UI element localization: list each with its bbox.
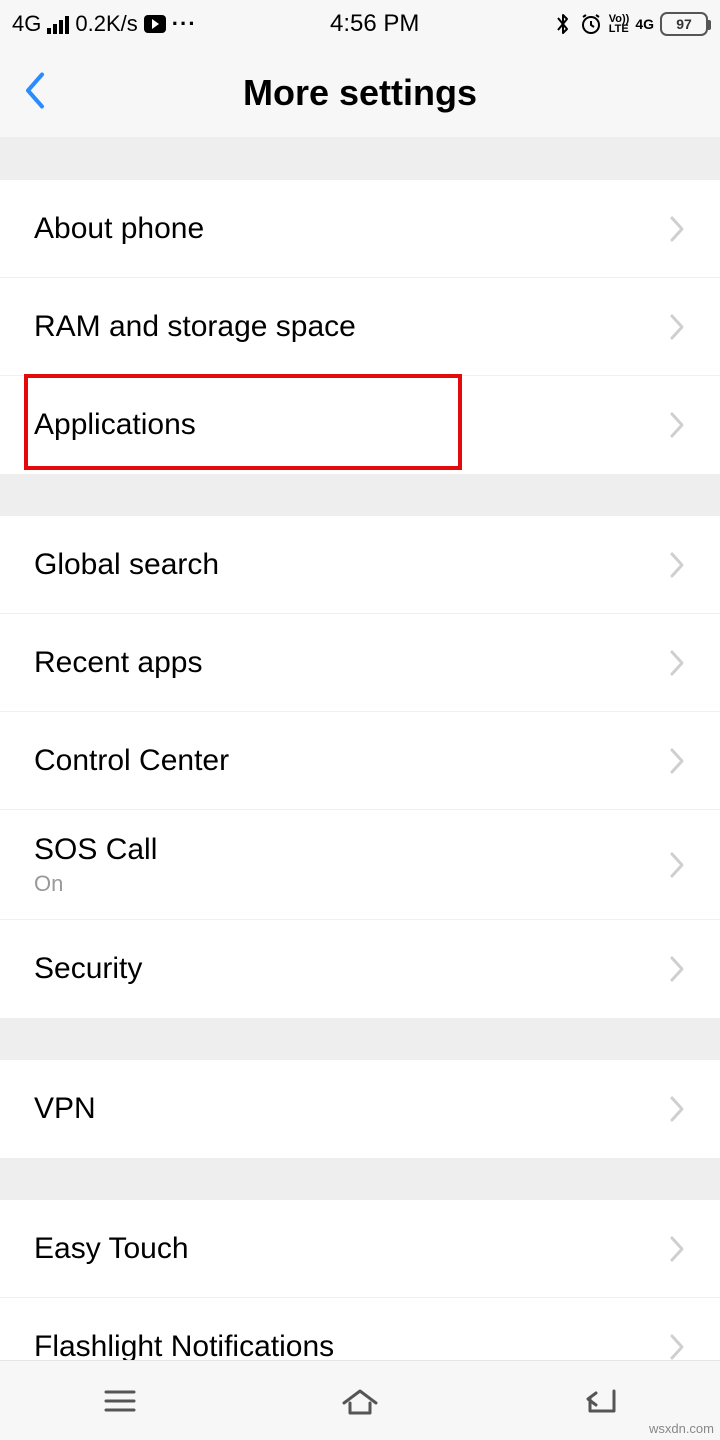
signal-icon [47,14,69,34]
network-type: 4G [12,11,41,37]
volte-icon: Vo))LTE [609,14,630,34]
row-recent-apps[interactable]: Recent apps [0,614,720,712]
back-nav-button[interactable] [570,1381,630,1421]
status-bar: 4G 0.2K/s ··· 4:56 PM Vo))LTE 4G 97 [0,0,720,48]
signal2-label: 4G [635,16,654,32]
navigation-bar [0,1360,720,1440]
row-sublabel: On [34,871,157,897]
header: More settings [0,48,720,138]
chevron-right-icon [668,1094,686,1124]
row-label: Global search [34,548,219,582]
row-control-center[interactable]: Control Center [0,712,720,810]
row-vpn[interactable]: VPN [0,1060,720,1158]
status-left: 4G 0.2K/s ··· [12,11,197,37]
video-icon [144,15,166,33]
row-label: Security [34,952,142,986]
settings-group: Global search Recent apps Control Center SO… [0,516,720,1018]
row-label: SOS Call [34,833,157,867]
data-speed: 0.2K/s [75,11,137,37]
chevron-right-icon [668,850,686,880]
row-label: About phone [34,212,204,246]
settings-group: VPN [0,1060,720,1158]
battery-icon: 97 [660,12,708,36]
chevron-right-icon [668,1234,686,1264]
row-ram-storage[interactable]: RAM and storage space [0,278,720,376]
chevron-right-icon [668,214,686,244]
row-about-phone[interactable]: About phone [0,180,720,278]
row-easy-touch[interactable]: Easy Touch [0,1200,720,1298]
status-right: Vo))LTE 4G 97 [553,12,708,36]
clock: 4:56 PM [330,10,419,38]
chevron-right-icon [668,410,686,440]
chevron-right-icon [668,648,686,678]
alarm-icon [579,12,603,36]
row-global-search[interactable]: Global search [0,516,720,614]
row-label: VPN [34,1092,96,1126]
page-title: More settings [0,72,720,114]
chevron-right-icon [668,746,686,776]
bluetooth-icon [553,12,573,36]
settings-group: About phone RAM and storage space Applicat… [0,180,720,474]
watermark: wsxdn.com [649,1421,714,1436]
chevron-right-icon [668,954,686,984]
row-label: RAM and storage space [34,310,356,344]
row-label: Flashlight Notifications [34,1330,334,1364]
row-security[interactable]: Security [0,920,720,1018]
chevron-right-icon [668,312,686,342]
more-icon: ··· [172,11,197,37]
back-button[interactable] [22,70,48,115]
row-applications[interactable]: Applications [0,376,720,474]
chevron-right-icon [668,550,686,580]
chevron-right-icon [668,1332,686,1362]
row-label: Easy Touch [34,1232,189,1266]
row-label: Recent apps [34,646,202,680]
recent-apps-button[interactable] [90,1381,150,1421]
home-button[interactable] [330,1381,390,1421]
row-sos-call[interactable]: SOS Call On [0,810,720,920]
row-label: Control Center [34,744,229,778]
row-label: Applications [34,408,196,442]
